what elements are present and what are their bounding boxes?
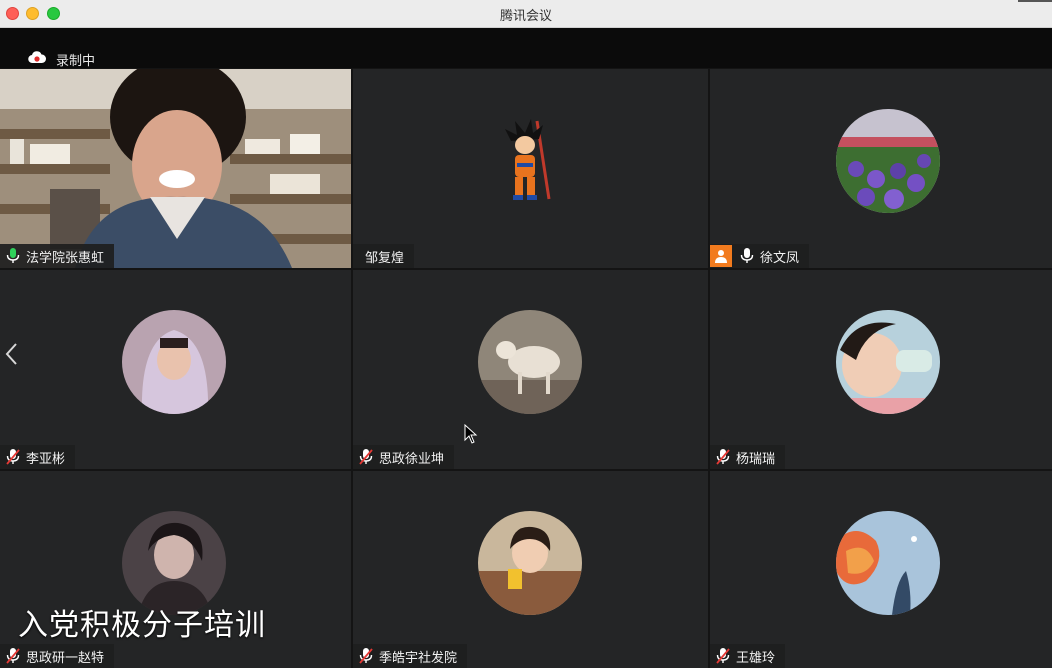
- window-title: 腾讯会议: [499, 9, 552, 24]
- participant-name: 法学院张惠虹: [26, 250, 105, 266]
- participant-avatar: [836, 310, 940, 414]
- mouse-cursor-icon: [464, 424, 478, 444]
- mic-icon: [6, 248, 20, 263]
- participant-tile-1[interactable]: 法学院张惠虹: [0, 69, 351, 268]
- participant-tile-4[interactable]: 李亚彬: [0, 270, 351, 469]
- mic-muted-icon: [6, 449, 20, 465]
- mic-muted-icon: [716, 449, 730, 465]
- participant-name: 李亚彬: [26, 451, 66, 467]
- cloud-record-icon[interactable]: [28, 50, 46, 64]
- participant-avatar: [836, 109, 940, 213]
- participant-name-tag: 思政徐业坤: [353, 445, 455, 469]
- participant-avatar: [478, 511, 582, 615]
- window-titlebar: 腾讯会议: [0, 0, 1052, 28]
- participant-name-tag: 思政研一赵特: [0, 644, 115, 668]
- mic-muted-icon: [359, 449, 373, 465]
- participant-name: 邹复煌: [365, 250, 405, 266]
- mic-muted-icon: [359, 648, 373, 664]
- mic-muted-icon: [716, 648, 730, 664]
- mic-muted-icon: [6, 648, 20, 664]
- participant-name: 思政徐业坤: [379, 451, 445, 467]
- participant-name-tag: 季皓宇社发院: [353, 644, 468, 668]
- participant-name: 杨瑞瑞: [736, 451, 776, 467]
- participant-name: 季皓宇社发院: [379, 650, 458, 666]
- mic-icon: [740, 248, 754, 263]
- participant-avatar: [836, 511, 940, 615]
- participant-name-tag: 王雄玲: [710, 644, 786, 668]
- participant-name-tag: 李亚彬: [0, 445, 76, 469]
- participant-tile-8[interactable]: 季皓宇社发院: [353, 471, 708, 668]
- participant-name-tag: 邹复煌: [353, 244, 415, 268]
- participant-name-tag: 杨瑞瑞: [710, 445, 786, 469]
- recording-bar: [0, 28, 1052, 68]
- chevron-left-icon[interactable]: [4, 342, 18, 366]
- participant-avatar: [478, 310, 582, 414]
- participant-name: 王雄玲: [736, 650, 776, 666]
- participant-tile-2[interactable]: 邹复煌: [353, 69, 708, 268]
- participant-tile-9[interactable]: 王雄玲: [710, 471, 1052, 668]
- participant-tile-6[interactable]: 杨瑞瑞: [710, 270, 1052, 469]
- participant-name: 徐文凤: [760, 250, 800, 266]
- participant-name-tag: 徐文凤: [710, 244, 810, 268]
- participant-video: [0, 69, 351, 268]
- participant-tile-5[interactable]: 思政徐业坤: [353, 270, 708, 469]
- recording-status: 录制中: [56, 54, 96, 69]
- participant-tile-3[interactable]: 徐文凤: [710, 69, 1052, 268]
- host-icon: [710, 245, 732, 267]
- titlebar-edge: [1018, 0, 1052, 2]
- participant-avatar: [122, 310, 226, 414]
- participant-name-tag: 法学院张惠虹: [0, 244, 115, 268]
- participant-name: 思政研一赵特: [26, 650, 105, 666]
- video-caption: 入党积极分子培训: [18, 608, 266, 643]
- cartoon-avatar: [505, 119, 551, 200]
